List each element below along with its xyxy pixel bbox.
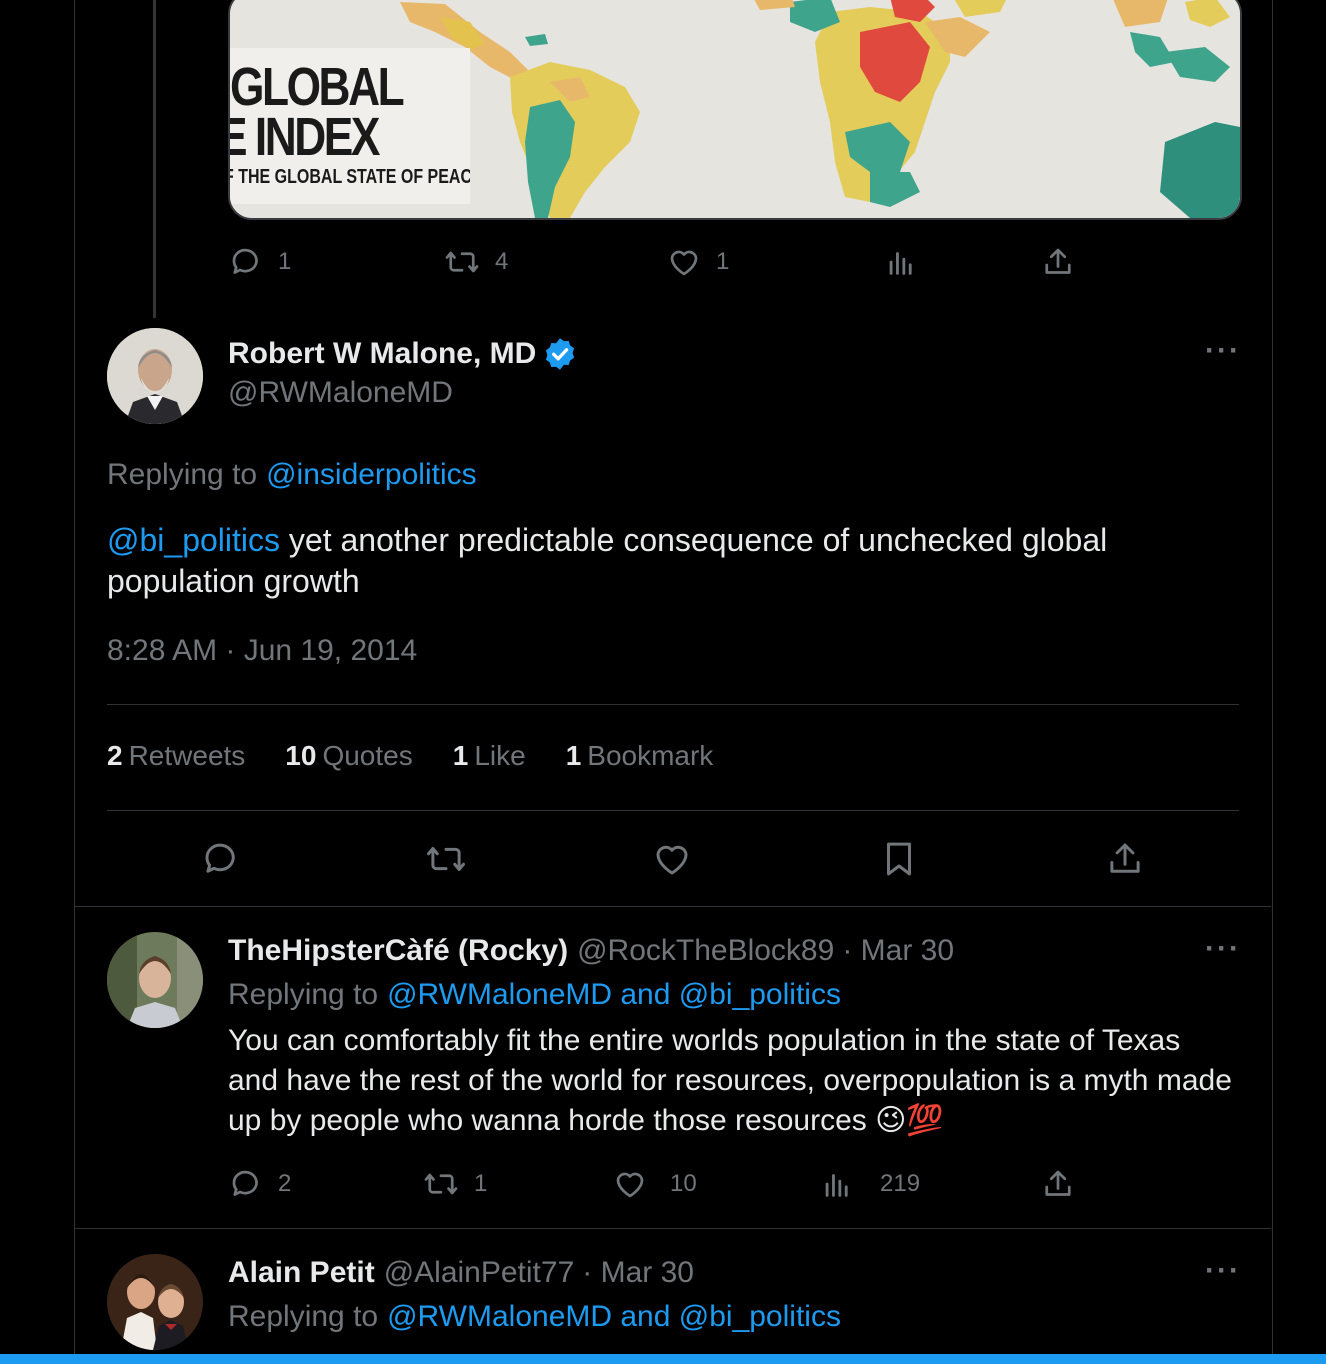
- replying-prefix: Replying to: [228, 978, 379, 1011]
- bookmarks-stat[interactable]: 1 Bookmark: [566, 740, 714, 772]
- like-icon: [670, 250, 698, 276]
- reply-views-button[interactable]: 219: [820, 1166, 920, 1202]
- reply-date[interactable]: · Mar 30: [842, 934, 954, 968]
- share-icon: [1045, 248, 1071, 274]
- mention-link[interactable]: @bi_politics: [107, 522, 280, 558]
- divider: [107, 810, 1239, 811]
- author-avatar-image: [107, 328, 203, 424]
- tweet-media-image[interactable]: GLOBAL E INDEX F THE GLOBAL STATE OF PEA…: [228, 0, 1242, 220]
- retweet-count: 4: [495, 248, 509, 275]
- verified-badge-icon: [546, 338, 575, 370]
- reply-button[interactable]: 1: [228, 244, 291, 280]
- like-icon: [616, 1172, 644, 1198]
- reply-share-button[interactable]: [1040, 1166, 1076, 1202]
- main-retweet-button[interactable]: [424, 838, 468, 880]
- views-icon: [889, 252, 912, 275]
- replying-prefix: Replying to: [107, 458, 258, 491]
- like-button[interactable]: 1: [666, 244, 729, 280]
- author-handle[interactable]: @RWMaloneMD: [228, 376, 453, 410]
- more-options-button[interactable]: ···: [1205, 1254, 1241, 1288]
- more-options-button[interactable]: ···: [1205, 932, 1241, 966]
- views-count: 219: [880, 1170, 921, 1197]
- author-name-row: Robert W Malone, MD: [228, 336, 578, 372]
- replying-to-link[interactable]: @RWMaloneMD and @bi_politics: [387, 1300, 841, 1334]
- main-like-button[interactable]: [651, 838, 693, 880]
- reply-author-handle[interactable]: @AlainPetit77: [384, 1256, 575, 1290]
- reply-avatar-image: [107, 932, 203, 1028]
- divider: [75, 1228, 1271, 1229]
- share-icon: [1045, 1170, 1071, 1196]
- main-reply-button[interactable]: [200, 838, 242, 880]
- reply-retweet-button[interactable]: 1: [422, 1166, 487, 1202]
- main-share-button[interactable]: [1104, 838, 1146, 880]
- reply-icon: [232, 248, 258, 274]
- retweet-icon: [424, 1173, 458, 1195]
- tweet-text: @bi_politics yet another predictable con…: [107, 520, 1237, 602]
- reply-count: 1: [278, 248, 292, 275]
- global-peace-index-label: GLOBAL E INDEX F THE GLOBAL STATE OF PEA…: [230, 48, 470, 204]
- retweet-button[interactable]: 4: [443, 244, 508, 280]
- main-bookmark-button[interactable]: [878, 838, 920, 880]
- replying-to-line: Replying to @RWMaloneMD and @bi_politics: [228, 978, 841, 1012]
- views-button[interactable]: [884, 244, 918, 280]
- more-options-button[interactable]: ···: [1205, 334, 1241, 368]
- share-icon: [1110, 843, 1140, 873]
- reply-author-name[interactable]: TheHipsterCàfé (Rocky): [228, 934, 568, 968]
- share-button[interactable]: [1040, 244, 1076, 280]
- reply-header: Alain Petit @AlainPetit77 · Mar 30: [228, 1256, 694, 1290]
- reply-author-name[interactable]: Alain Petit: [228, 1256, 375, 1290]
- retweet-icon: [445, 251, 479, 273]
- like-icon: [656, 845, 688, 875]
- retweet-count: 1: [474, 1170, 488, 1197]
- tweet-timestamp[interactable]: 8:28 AM · Jun 19, 2014: [107, 634, 417, 668]
- reply-icon: [205, 843, 235, 873]
- media-text-line-2: E INDEX: [230, 107, 380, 167]
- replying-prefix: Replying to: [228, 1300, 379, 1333]
- author-avatar[interactable]: [107, 328, 203, 424]
- reply-avatar[interactable]: [107, 1254, 203, 1350]
- replying-to-link[interactable]: @insiderpolitics: [266, 458, 477, 492]
- replying-to-line: Replying to @insiderpolitics: [107, 458, 477, 492]
- quotes-stat[interactable]: 10 Quotes: [285, 740, 412, 772]
- reply-text: You can comfortably fit the entire world…: [228, 1024, 1232, 1137]
- reply-date[interactable]: · Mar 30: [582, 1256, 694, 1290]
- reply-author-handle[interactable]: @RockTheBlock89: [577, 934, 834, 968]
- reply-avatar[interactable]: [107, 932, 203, 1028]
- divider: [75, 906, 1271, 907]
- reply-header: TheHipsterCàfé (Rocky) @RockTheBlock89 ·…: [228, 934, 954, 968]
- tweet-stats: 2 Retweets 10 Quotes 1 Like 1 Bookmark: [107, 740, 753, 772]
- reply-reply-button[interactable]: 2: [228, 1166, 291, 1202]
- author-name[interactable]: Robert W Malone, MD: [228, 337, 536, 371]
- reply-avatar-image: [107, 1254, 203, 1350]
- reply-count: 2: [278, 1170, 292, 1197]
- replying-to-line: Replying to @RWMaloneMD and @bi_politics: [228, 1300, 841, 1334]
- retweets-stat[interactable]: 2 Retweets: [107, 740, 245, 772]
- reply-icon: [232, 1170, 258, 1196]
- media-text-line-3: F THE GLOBAL STATE OF PEACE: [230, 166, 470, 188]
- views-icon: [825, 1174, 848, 1197]
- likes-stat[interactable]: 1 Like: [453, 740, 526, 772]
- divider: [107, 704, 1239, 705]
- retweet-icon: [427, 847, 465, 871]
- bookmark-icon: [887, 842, 911, 876]
- reply-like-button[interactable]: 10: [612, 1166, 697, 1202]
- like-count: 10: [670, 1170, 697, 1197]
- bottom-accent-bar: [0, 1354, 1326, 1364]
- thread-connector-line: [153, 0, 156, 318]
- like-count: 1: [716, 248, 730, 275]
- media-text-line-1: GLOBAL: [230, 57, 405, 117]
- replying-to-link[interactable]: @RWMaloneMD and @bi_politics: [387, 978, 841, 1012]
